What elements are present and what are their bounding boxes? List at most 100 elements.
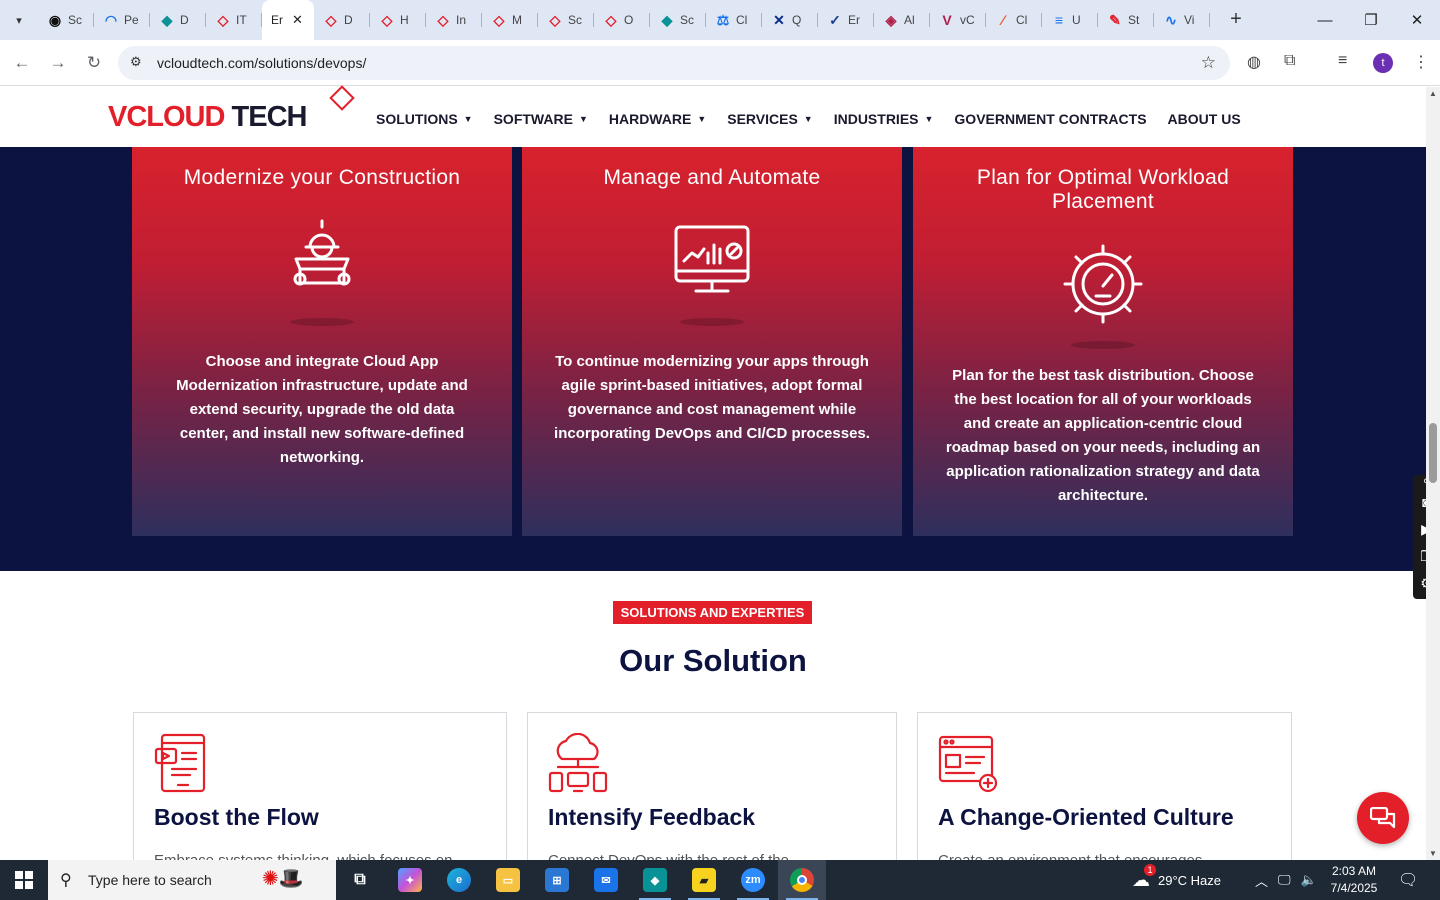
- browser-tab[interactable]: ◇ O: [594, 0, 650, 40]
- tab-title: Sc: [680, 13, 694, 27]
- copilot-button[interactable]: ✦: [386, 860, 434, 900]
- address-bar[interactable]: ⚙ vcloudtech.com/solutions/devops/ ☆: [118, 46, 1230, 80]
- browser-tab[interactable]: ✓ Er: [818, 0, 874, 40]
- page-scrollbar[interactable]: ▲ ▼: [1426, 87, 1440, 860]
- weather-badge: 1: [1144, 863, 1156, 876]
- task-view-button[interactable]: ⧉: [336, 860, 384, 900]
- tab-favicon-icon: ◆: [161, 11, 173, 28]
- media-control-icon[interactable]: ≡: [1338, 52, 1347, 70]
- browser-tab[interactable]: ◉ Sc: [38, 0, 94, 40]
- scroll-up-icon[interactable]: ▲: [1426, 89, 1440, 98]
- reload-icon[interactable]: ↻: [82, 51, 106, 75]
- nav-item-government-contracts[interactable]: GOVERNMENT CONTRACTS: [954, 111, 1146, 127]
- browser-tab[interactable]: ⚖ Cl: [706, 0, 762, 40]
- tab-title: Er: [271, 13, 283, 27]
- close-tab-icon[interactable]: ✕: [292, 12, 303, 28]
- chat-button[interactable]: [1357, 792, 1409, 844]
- solution-card-title: Intensify Feedback: [548, 804, 756, 830]
- sticky-notes-button[interactable]: ▰: [680, 860, 728, 900]
- url-text[interactable]: vcloudtech.com/solutions/devops/: [157, 55, 366, 71]
- icon-shadow: [1071, 341, 1135, 349]
- browser-tab-active[interactable]: Er ✕: [262, 0, 314, 40]
- minimize-button[interactable]: —: [1302, 0, 1348, 40]
- forward-icon[interactable]: →: [46, 51, 70, 75]
- nav-item-solutions[interactable]: SOLUTIONS ▼: [376, 111, 473, 127]
- volume-icon[interactable]: 🔈: [1301, 872, 1317, 888]
- start-button[interactable]: [0, 860, 48, 900]
- solution-card-title: Boost the Flow: [154, 804, 319, 830]
- site-header: VCLOUD TECH SOLUTIONS ▼ SOFTWARE ▼ HARDWARE ▼…: [0, 85, 1426, 147]
- logo-red-text: VCLOUD: [108, 101, 225, 133]
- bookmark-star-icon[interactable]: ☆: [1201, 53, 1216, 73]
- tab-favicon-icon: ≡: [1054, 12, 1064, 28]
- browser-tab[interactable]: VvC: [930, 0, 986, 40]
- chat-bubbles-icon: [1370, 807, 1396, 829]
- browser-tab[interactable]: ◠ Pe: [94, 0, 150, 40]
- browser-tab[interactable]: ◇ M: [482, 0, 538, 40]
- browser-tab[interactable]: ∿ Vi: [1154, 0, 1210, 40]
- restore-button[interactable]: ❐: [1348, 0, 1394, 40]
- back-icon[interactable]: ←: [10, 51, 34, 75]
- icon-shadow: [680, 318, 744, 326]
- file-explorer-button[interactable]: ▭: [484, 860, 532, 900]
- nav-item-services[interactable]: SERVICES ▼: [727, 111, 812, 127]
- solution-card: A Change-Oriented Culture Create an envi…: [917, 712, 1292, 872]
- tab-title: Vi: [1184, 13, 1195, 27]
- network-icon[interactable]: 🖵: [1278, 872, 1291, 888]
- mail-button[interactable]: ✉: [582, 860, 630, 900]
- tab-favicon-icon: ◇: [605, 11, 617, 28]
- browser-tab[interactable]: ◆ D: [150, 0, 206, 40]
- caret-down-icon: ▼: [924, 114, 934, 124]
- nav-item-about-us[interactable]: ABOUT US: [1168, 111, 1241, 127]
- weather-text: 29°C Haze: [1158, 872, 1222, 888]
- nav-item-industries[interactable]: INDUSTRIES ▼: [834, 111, 934, 127]
- browser-tab[interactable]: ◇ IT: [206, 0, 262, 40]
- weather-widget[interactable]: ☁ 1 29°C Haze: [1132, 860, 1221, 900]
- tablet-video-icon: [154, 733, 206, 793]
- browser-tab[interactable]: ◇ Sc: [538, 0, 594, 40]
- browser-tab[interactable]: ✎ St: [1098, 0, 1154, 40]
- browser-tab[interactable]: ≡ U: [1042, 0, 1098, 40]
- browser-tab[interactable]: ∕ Cl: [986, 0, 1042, 40]
- chevron-up-icon[interactable]: ︿: [1255, 871, 1268, 890]
- tab-search-icon[interactable]: ▾: [6, 7, 32, 33]
- tab-title: Q: [792, 13, 802, 27]
- menu-kebab-icon[interactable]: ⋮: [1413, 52, 1429, 72]
- app-button[interactable]: ◆: [631, 860, 679, 900]
- nav-item-hardware[interactable]: HARDWARE ▼: [609, 111, 706, 127]
- nav-item-label: ABOUT US: [1167, 111, 1241, 127]
- feature-card-text: To continue modernizing your apps throug…: [554, 353, 870, 442]
- solution-card: Intensify Feedback Connect DevOps with t…: [527, 712, 897, 872]
- site-info-icon[interactable]: ⚙: [130, 54, 142, 70]
- tab-favicon-icon: ◆: [661, 11, 673, 28]
- tab-title: Cl: [1016, 13, 1028, 27]
- chrome-button[interactable]: [778, 860, 826, 900]
- profile-avatar[interactable]: t: [1373, 53, 1393, 73]
- weather-haze-icon: ☁ 1: [1132, 863, 1156, 891]
- browser-tab[interactable]: ◇ D: [314, 0, 370, 40]
- caret-down-icon: ▼: [463, 114, 473, 124]
- search-placeholder: Type here to search: [88, 872, 212, 888]
- scroll-down-icon[interactable]: ▼: [1426, 849, 1440, 858]
- browser-tab[interactable]: ✕ Q: [762, 0, 818, 40]
- zoom-button[interactable]: zm: [729, 860, 777, 900]
- browser-tab[interactable]: ◆ Sc: [650, 0, 706, 40]
- extensions-icon[interactable]: ⧉: [1284, 52, 1295, 70]
- site-logo[interactable]: VCLOUD TECH: [108, 101, 307, 134]
- taskbar-search[interactable]: ⚲ Type here to search ✺🎩: [48, 860, 336, 900]
- store-button[interactable]: ⊞: [533, 860, 581, 900]
- features-section: Modernize your Construction Choose and i…: [0, 147, 1426, 571]
- edge-button[interactable]: e: [435, 860, 483, 900]
- browser-tab[interactable]: ◇ H: [370, 0, 426, 40]
- browser-tab[interactable]: ◇ In: [426, 0, 482, 40]
- close-window-button[interactable]: ✕: [1394, 0, 1440, 40]
- notifications-icon[interactable]: 🗨: [1398, 860, 1418, 900]
- windows-logo-icon: [15, 871, 33, 889]
- nav-item-software[interactable]: SOFTWARE ▼: [494, 111, 588, 127]
- new-tab-button[interactable]: +: [1224, 8, 1248, 32]
- scrollbar-thumb[interactable]: [1429, 423, 1437, 483]
- tab-title: D: [344, 13, 353, 27]
- system-clock[interactable]: 2:03 AM 7/4/2025: [1318, 863, 1390, 897]
- translate-icon[interactable]: ◍: [1247, 52, 1261, 72]
- browser-tab[interactable]: ◈ Al: [874, 0, 930, 40]
